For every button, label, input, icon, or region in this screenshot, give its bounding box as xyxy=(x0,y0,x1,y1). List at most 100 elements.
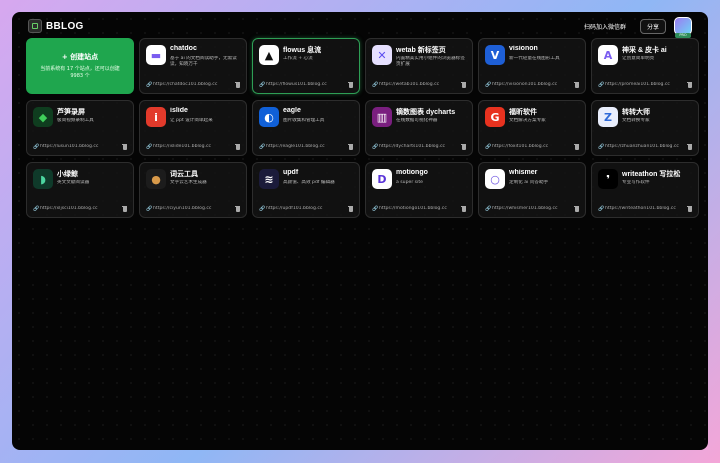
site-url[interactable]: https://foxit101.bblog.cc xyxy=(492,144,574,149)
site-card[interactable]: i islide 让 ppt 设计简单起来 🔗 https://islide101.bb… xyxy=(139,100,247,156)
site-title: motiongo xyxy=(396,169,428,176)
site-url[interactable]: https://xljsci101.bblog.cc xyxy=(40,206,122,211)
site-url[interactable]: https://writeathon101.bblog.cc xyxy=(605,206,687,211)
site-description: 新一代轻量在线图形工具 xyxy=(509,56,560,61)
site-card[interactable]: ◆ 芦笋录屏 极简视频录制工具 🔗 https://lusun101.bblog.cc xyxy=(26,100,134,156)
link-icon: 🔗 xyxy=(33,143,40,150)
site-card[interactable]: ✕ wetab 新标签页 内置精美实用小组件的浏览器标签页扩展 🔗 https://we… xyxy=(365,38,473,94)
site-title: whismer xyxy=(509,169,538,176)
site-title: flowus 息流 xyxy=(283,47,322,54)
site-title: 福昕软件 xyxy=(509,109,537,116)
site-link-row: 🔗 https://wetab101.bblog.cc xyxy=(372,81,466,88)
trash-icon[interactable] xyxy=(574,81,579,88)
link-icon: 🔗 xyxy=(485,81,492,88)
islide-icon: i xyxy=(146,107,166,127)
site-title: 转转大师 xyxy=(622,109,650,116)
link-icon: 🔗 xyxy=(598,205,605,212)
site-url[interactable]: https://islide101.bblog.cc xyxy=(153,144,235,149)
site-url[interactable]: https://visionon101.bblog.cc xyxy=(492,82,574,87)
motiongo-icon: D xyxy=(372,169,392,189)
site-card[interactable]: Z 转转大师 文档转换专家 🔗 https://zhuanzhuan101.bblog.… xyxy=(591,100,699,156)
site-title: updf xyxy=(283,169,299,176)
promeai-icon: A xyxy=(598,45,618,65)
site-title: 芦笋录屏 xyxy=(57,109,85,116)
visionon-icon: V xyxy=(485,45,505,65)
link-icon: 🔗 xyxy=(372,205,379,212)
trash-icon[interactable] xyxy=(687,205,692,212)
site-card[interactable]: ○ whismer 定制化 ai 问答助手 🔗 https://whismer101.b… xyxy=(478,162,586,218)
link-icon: 🔗 xyxy=(485,143,492,150)
trash-icon[interactable] xyxy=(687,81,692,88)
site-title: chatdoc xyxy=(170,45,197,52)
site-title: 小绿鲸 xyxy=(57,171,78,178)
site-card[interactable]: ▬ chatdoc 基于 ai 的文档阅读助手，无需读读，知晓万千 🔗 https://… xyxy=(139,38,247,94)
site-title: islide xyxy=(170,107,188,114)
trash-icon[interactable] xyxy=(687,143,692,150)
avatar[interactable]: PRO xyxy=(674,17,692,38)
site-url[interactable]: https://ciyun101.bblog.cc xyxy=(153,206,235,211)
ciyun-icon: ● xyxy=(146,169,166,189)
site-url[interactable]: https://flowus101.bblog.cc xyxy=(266,82,348,87)
site-url[interactable]: https://wetab101.bblog.cc xyxy=(379,82,461,87)
site-card[interactable]: ● 词云工具 文字云艺术生成器 🔗 https://ciyun101.bblog.cc xyxy=(139,162,247,218)
site-card[interactable]: ▲ flowus 息流 工作流 + 心流 🔗 https://flowus101.bbl… xyxy=(252,38,360,94)
site-link-row: 🔗 https://eagle101.bblog.cc xyxy=(259,143,353,150)
link-icon: 🔗 xyxy=(598,143,605,150)
site-card[interactable]: G 福昕软件 文档解决方案专家 🔗 https://foxit101.bblog.cc xyxy=(478,100,586,156)
site-card[interactable]: A 神采 & 皮卡 ai 让创意简单明亮 🔗 https://promeai101.bb… xyxy=(591,38,699,94)
share-button[interactable]: 分享 xyxy=(639,18,666,34)
site-card[interactable]: Dmotiongo a super site 🔗 https://motiongo10… xyxy=(365,162,473,218)
site-description: 文档解决方案专家 xyxy=(509,118,546,123)
site-description: 极简视频录制工具 xyxy=(57,118,94,123)
site-card[interactable]: ❜ writeathon 写拉松 专业写作软件 🔗 https://writeathon… xyxy=(591,162,699,218)
site-description: 内置精美实用小组件的浏览器标签页扩展 xyxy=(396,56,465,68)
site-card[interactable]: ▥ 镝数图表 dycharts 在线数据可视化神器 🔗 https://dycharts… xyxy=(365,100,473,156)
site-url[interactable]: https://updf101.bblog.cc xyxy=(266,206,348,211)
site-url[interactable]: https://motiongo101.bblog.cc xyxy=(379,206,461,211)
trash-icon[interactable] xyxy=(235,81,240,88)
trash-icon[interactable] xyxy=(574,143,579,150)
site-link-row: 🔗 https://motiongo101.bblog.cc xyxy=(372,205,466,212)
zhuanzhuan-icon: Z xyxy=(598,107,618,127)
site-link-row: 🔗 https://chatdoc101.bblog.cc xyxy=(146,81,240,88)
link-icon: 🔗 xyxy=(485,205,492,212)
trash-icon[interactable] xyxy=(461,143,466,150)
site-card[interactable]: ≋ updf 高颜值、高效 pdf 编辑器 🔗 https://updf101.bblo… xyxy=(252,162,360,218)
flowus-icon: ▲ xyxy=(259,45,279,65)
site-card[interactable]: ◗ 小绿鲸 英文文献阅读器 🔗 https://xljsci101.bblog.cc xyxy=(26,162,134,218)
trash-icon[interactable] xyxy=(122,143,127,150)
link-icon: 🔗 xyxy=(259,81,266,88)
trash-icon[interactable] xyxy=(235,143,240,150)
site-description: 定制化 ai 问答助手 xyxy=(509,180,549,185)
site-description: 英文文献阅读器 xyxy=(57,180,90,185)
trash-icon[interactable] xyxy=(461,205,466,212)
site-card[interactable]: Vvisionon 新一代轻量在线图形工具 🔗 https://visionon101… xyxy=(478,38,586,94)
trash-icon[interactable] xyxy=(461,81,466,88)
site-url[interactable]: https://promeai101.bblog.cc xyxy=(605,82,687,87)
eagle-icon: ◐ xyxy=(259,107,279,127)
site-description: a super site xyxy=(396,180,423,185)
site-url[interactable]: https://dycharts101.bblog.cc xyxy=(379,144,461,149)
trash-icon[interactable] xyxy=(235,205,240,212)
trash-icon[interactable] xyxy=(348,205,353,212)
site-title: 镝数图表 dycharts xyxy=(396,109,456,116)
trash-icon[interactable] xyxy=(574,205,579,212)
site-description: 在线数据可视化神器 xyxy=(396,118,438,123)
trash-icon[interactable] xyxy=(348,81,353,88)
site-url[interactable]: https://zhuanzhuan101.bblog.cc xyxy=(605,144,687,149)
site-url[interactable]: https://eagle101.bblog.cc xyxy=(266,144,348,149)
join-wechat-button[interactable]: 扫码加入微信群 xyxy=(578,19,632,34)
site-url[interactable]: https://lusun101.bblog.cc xyxy=(40,144,122,149)
chat-bubble-icon: ▬ xyxy=(146,45,166,65)
link-icon: 🔗 xyxy=(259,143,266,150)
site-grid: + 创建站点 当前系统有 17 个站点，还可以创建 9983 个 ▬ chatdo… xyxy=(26,38,699,218)
site-title: wetab 新标签页 xyxy=(396,47,446,54)
site-card[interactable]: ◐ eagle 图片收集和管理工具 🔗 https://eagle101.bblog.c… xyxy=(252,100,360,156)
site-url[interactable]: https://chatdoc101.bblog.cc xyxy=(153,82,235,87)
site-url[interactable]: https://whismer101.bblog.cc xyxy=(492,206,574,211)
trash-icon[interactable] xyxy=(122,205,127,212)
dycharts-icon: ▥ xyxy=(372,107,392,127)
trash-icon[interactable] xyxy=(348,143,353,150)
top-bar: BBLOG 扫码加入微信群 分享 PRO xyxy=(12,12,708,40)
create-site-button[interactable]: + 创建站点 当前系统有 17 个站点，还可以创建 9983 个 xyxy=(26,38,134,94)
